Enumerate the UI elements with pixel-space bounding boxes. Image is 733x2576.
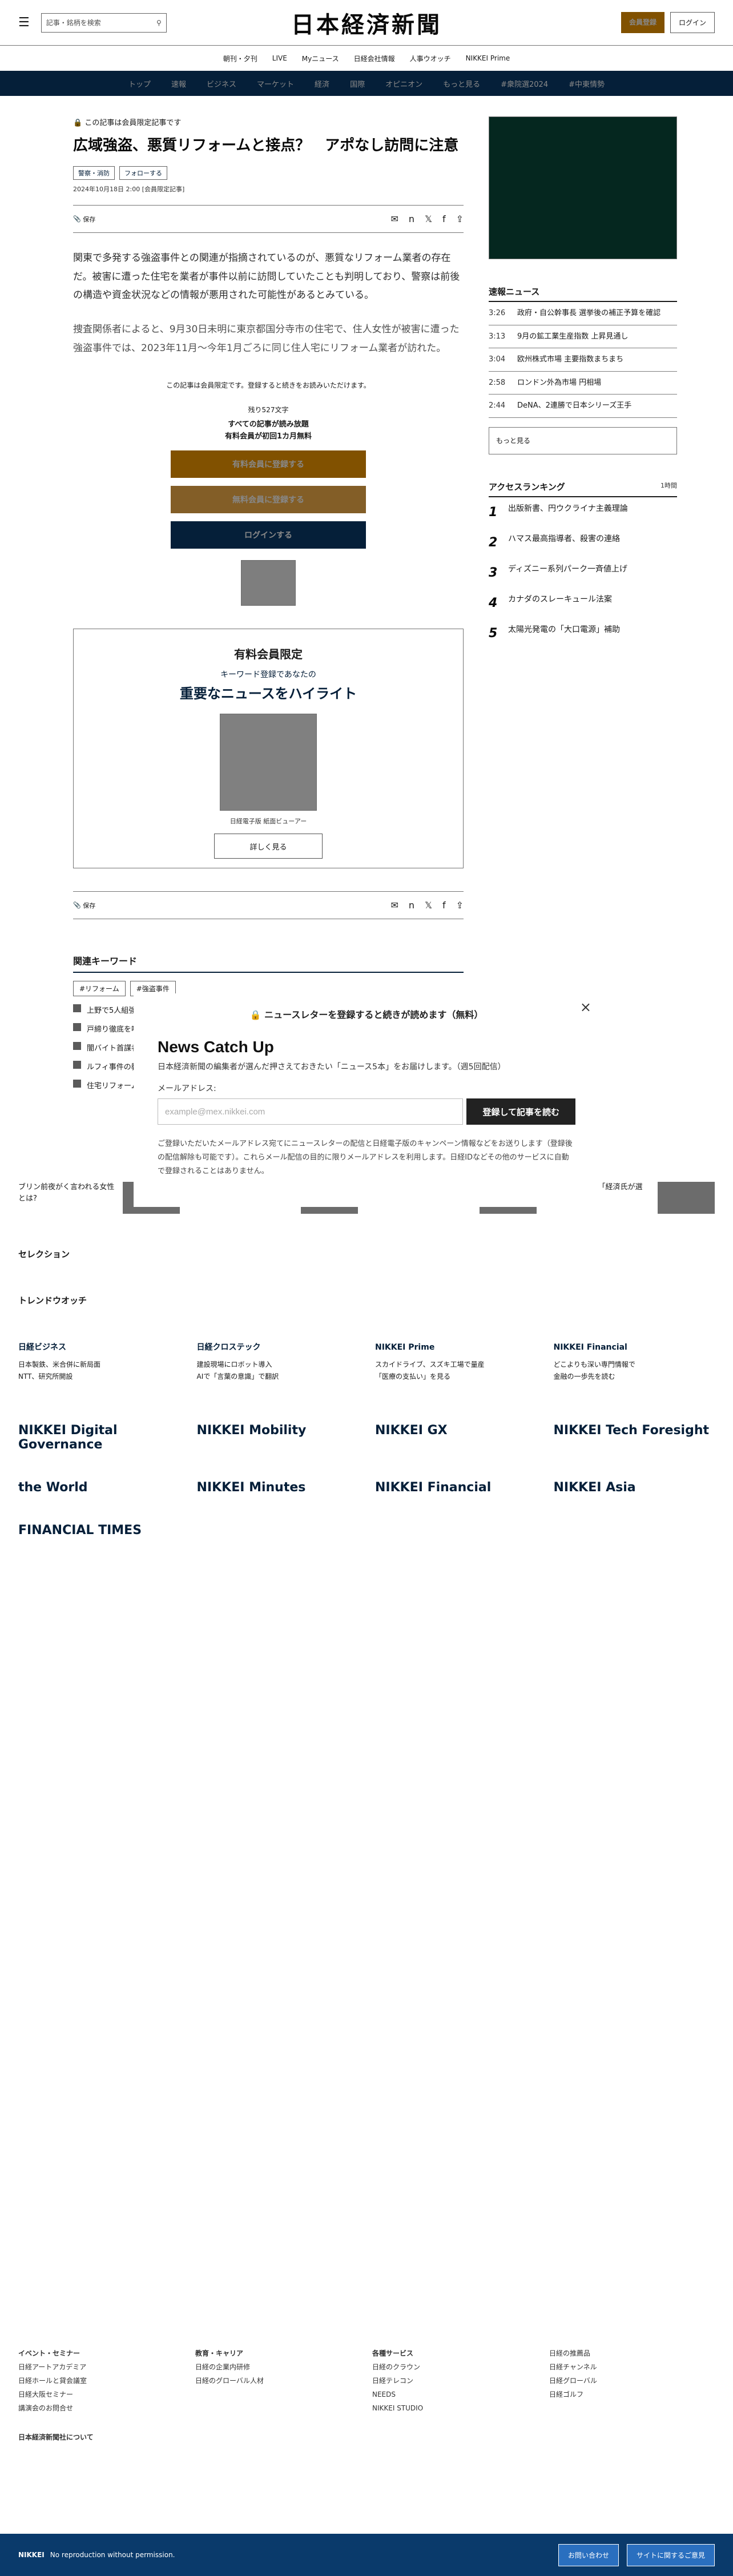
email-label: メールアドレス:: [158, 1084, 216, 1093]
modal-header-text: ニュースレターを登録すると続きが読めます（無料）: [264, 1009, 484, 1020]
submit-button[interactable]: 登録して記事を読む: [466, 1098, 575, 1125]
modal-overlay: × 🔒 ニュースレターを登録すると続きが読めます（無料） News Catch …: [0, 0, 733, 2576]
close-icon[interactable]: ×: [580, 999, 591, 1015]
newsletter-modal: × 🔒 ニュースレターを登録すると続きが読めます（無料） News Catch …: [134, 993, 599, 1207]
privacy-note: ご登録いただいたメールアドレス宛てにニュースレターの配信と日経電子版のキャンペー…: [158, 1140, 573, 1176]
email-field[interactable]: [158, 1098, 464, 1125]
newsletter-lead: 日本経済新聞の編集者が選んだ押さえておきたい「ニュース5本」をお届けします。（週…: [158, 1062, 506, 1072]
modal-header: 🔒 ニュースレターを登録すると続きが読めます（無料）: [249, 1009, 484, 1020]
newsletter-title: News Catch Up: [158, 1038, 274, 1056]
